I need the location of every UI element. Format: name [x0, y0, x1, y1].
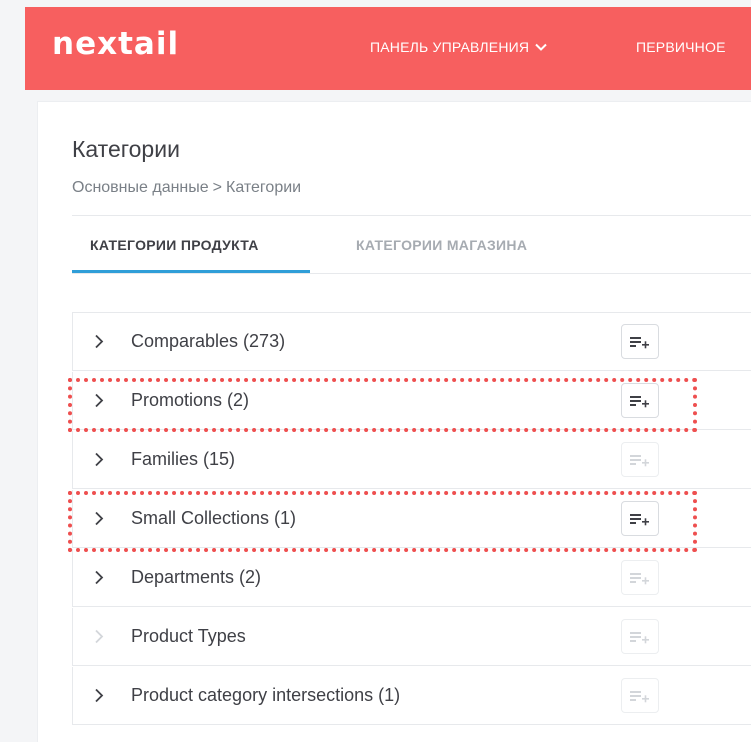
breadcrumb-separator: > [212, 179, 223, 196]
breadcrumb-parent[interactable]: Основные данные [72, 179, 209, 197]
category-row[interactable]: Comparables (273) [72, 313, 751, 371]
category-label: Comparables (273) [131, 331, 286, 351]
tab-store-categories[interactable]: КАТЕГОРИИ МАГАЗИНА [356, 237, 527, 253]
chevron-right-icon[interactable] [94, 688, 104, 703]
category-label: Promotions (2) [131, 390, 250, 410]
category-row[interactable]: Departments (2) [72, 549, 751, 607]
category-row[interactable]: Promotions (2) [72, 372, 751, 430]
category-label: Families (15) [131, 449, 236, 469]
list-add-icon [630, 513, 649, 525]
add-subcategory-button[interactable] [621, 383, 659, 418]
add-subcategory-button[interactable] [621, 501, 659, 536]
tab-product-categories[interactable]: КАТЕГОРИИ ПРОДУКТА [90, 237, 259, 253]
chevron-right-icon[interactable] [94, 393, 104, 408]
chevron-right-icon[interactable] [94, 452, 104, 467]
active-tab-indicator [72, 270, 310, 273]
top-navigation-bar: nextail ПАНЕЛЬ УПРАВЛЕНИЯ ПЕРВИЧНОЕ [25, 7, 751, 90]
chevron-right-icon[interactable] [94, 511, 104, 526]
header-divider [72, 215, 751, 216]
tabs-baseline [72, 273, 751, 274]
chevron-right-icon[interactable] [94, 570, 104, 585]
list-add-icon [630, 572, 649, 584]
category-row[interactable]: Product Types [72, 608, 751, 666]
content-card: Категории Основные данные > Категории КА… [37, 101, 751, 742]
chevron-right-icon-disabled [95, 629, 104, 644]
nextail-logo[interactable]: nextail [52, 26, 179, 62]
breadcrumb: Основные данные > Категории [72, 179, 301, 197]
nav-dashboard-label: ПАНЕЛЬ УПРАВЛЕНИЯ [370, 39, 530, 55]
category-label: Small Collections (1) [131, 508, 297, 528]
list-add-icon [630, 454, 649, 466]
add-subcategory-button-disabled [621, 678, 659, 713]
category-label: Product Types [131, 626, 246, 646]
category-label: Product category intersections (1) [131, 685, 401, 705]
category-label: Departments (2) [131, 567, 262, 587]
breadcrumb-current: Категории [226, 179, 302, 196]
list-add-icon [630, 690, 649, 702]
nav-primary-label: ПЕРВИЧНОЕ [636, 39, 726, 55]
nav-dashboard-menu[interactable]: ПАНЕЛЬ УПРАВЛЕНИЯ [370, 39, 547, 55]
add-subcategory-button[interactable] [621, 324, 659, 359]
category-row[interactable]: Small Collections (1) [72, 490, 751, 548]
add-subcategory-button-disabled [621, 560, 659, 595]
list-add-icon [630, 631, 649, 643]
add-subcategory-button-disabled [621, 442, 659, 477]
chevron-right-icon[interactable] [94, 334, 104, 349]
page-title: Категории [72, 136, 180, 162]
category-row[interactable]: Families (15) [72, 431, 751, 489]
add-subcategory-button-disabled [621, 619, 659, 654]
list-add-icon [630, 395, 649, 407]
category-list: Comparables (273) Promotions (2) Familie… [72, 312, 751, 726]
list-add-icon [630, 336, 649, 348]
category-row[interactable]: Product category intersections (1) [72, 667, 751, 725]
nav-primary-menu[interactable]: ПЕРВИЧНОЕ [636, 39, 726, 55]
chevron-down-icon [535, 43, 547, 51]
